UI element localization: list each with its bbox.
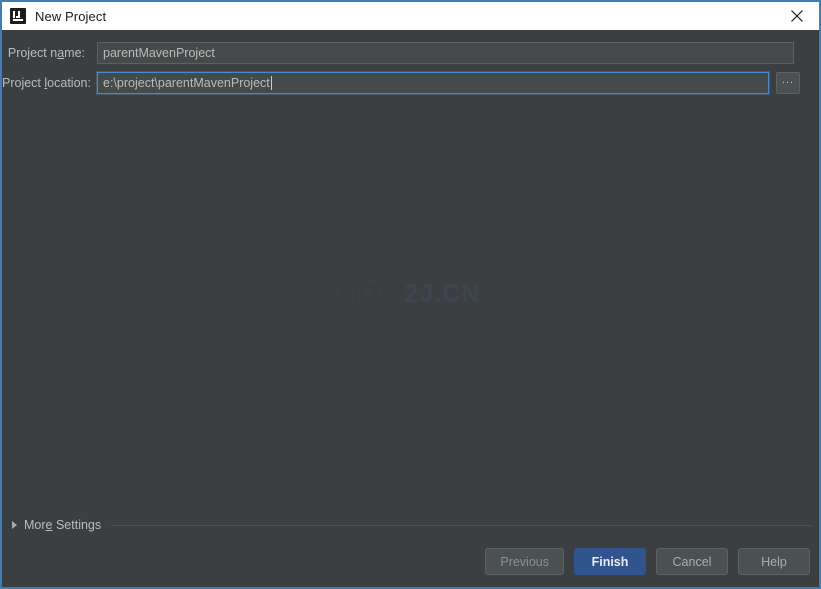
chevron-right-icon <box>12 521 17 529</box>
more-settings-toggle[interactable]: More Settings <box>12 517 811 533</box>
title-bar: New Project <box>2 2 819 30</box>
window-title: New Project <box>35 8 107 24</box>
new-project-dialog: New Project Project name: parentMavenPro… <box>0 0 821 589</box>
close-icon[interactable] <box>775 2 819 30</box>
project-name-input[interactable]: parentMavenProject <box>97 42 794 64</box>
dialog-content: Project name: parentMavenProject Project… <box>2 30 819 587</box>
cancel-button[interactable]: Cancel <box>656 548 728 575</box>
help-button[interactable]: Help <box>738 548 810 575</box>
project-location-label: Project location: <box>2 76 91 90</box>
project-location-row: Project location: e:\project\parentMaven… <box>2 72 819 94</box>
more-settings-separator <box>111 524 811 526</box>
browse-location-button[interactable]: ... <box>776 72 800 94</box>
previous-button[interactable]: Previous <box>485 548 564 575</box>
text-caret <box>270 76 272 90</box>
project-location-input[interactable]: e:\project\parentMavenProject <box>97 72 769 94</box>
watermark-part1: HOW <box>340 280 405 308</box>
ellipsis-icon: ... <box>781 74 795 86</box>
watermark-part2: 2J. <box>404 280 443 308</box>
dialog-button-bar: Previous Finish Cancel Help <box>485 548 810 575</box>
more-settings-label: More Settings <box>24 518 102 532</box>
watermark-part3: CN <box>442 280 481 308</box>
finish-button[interactable]: Finish <box>574 548 646 575</box>
project-name-row: Project name: parentMavenProject <box>2 42 819 64</box>
watermark: HOW2J.CN <box>2 280 819 309</box>
intellij-idea-icon <box>10 8 26 24</box>
project-name-label: Project name: <box>7 46 85 60</box>
project-location-value: e:\project\parentMavenProject <box>103 76 270 90</box>
project-name-value: parentMavenProject <box>103 46 215 60</box>
